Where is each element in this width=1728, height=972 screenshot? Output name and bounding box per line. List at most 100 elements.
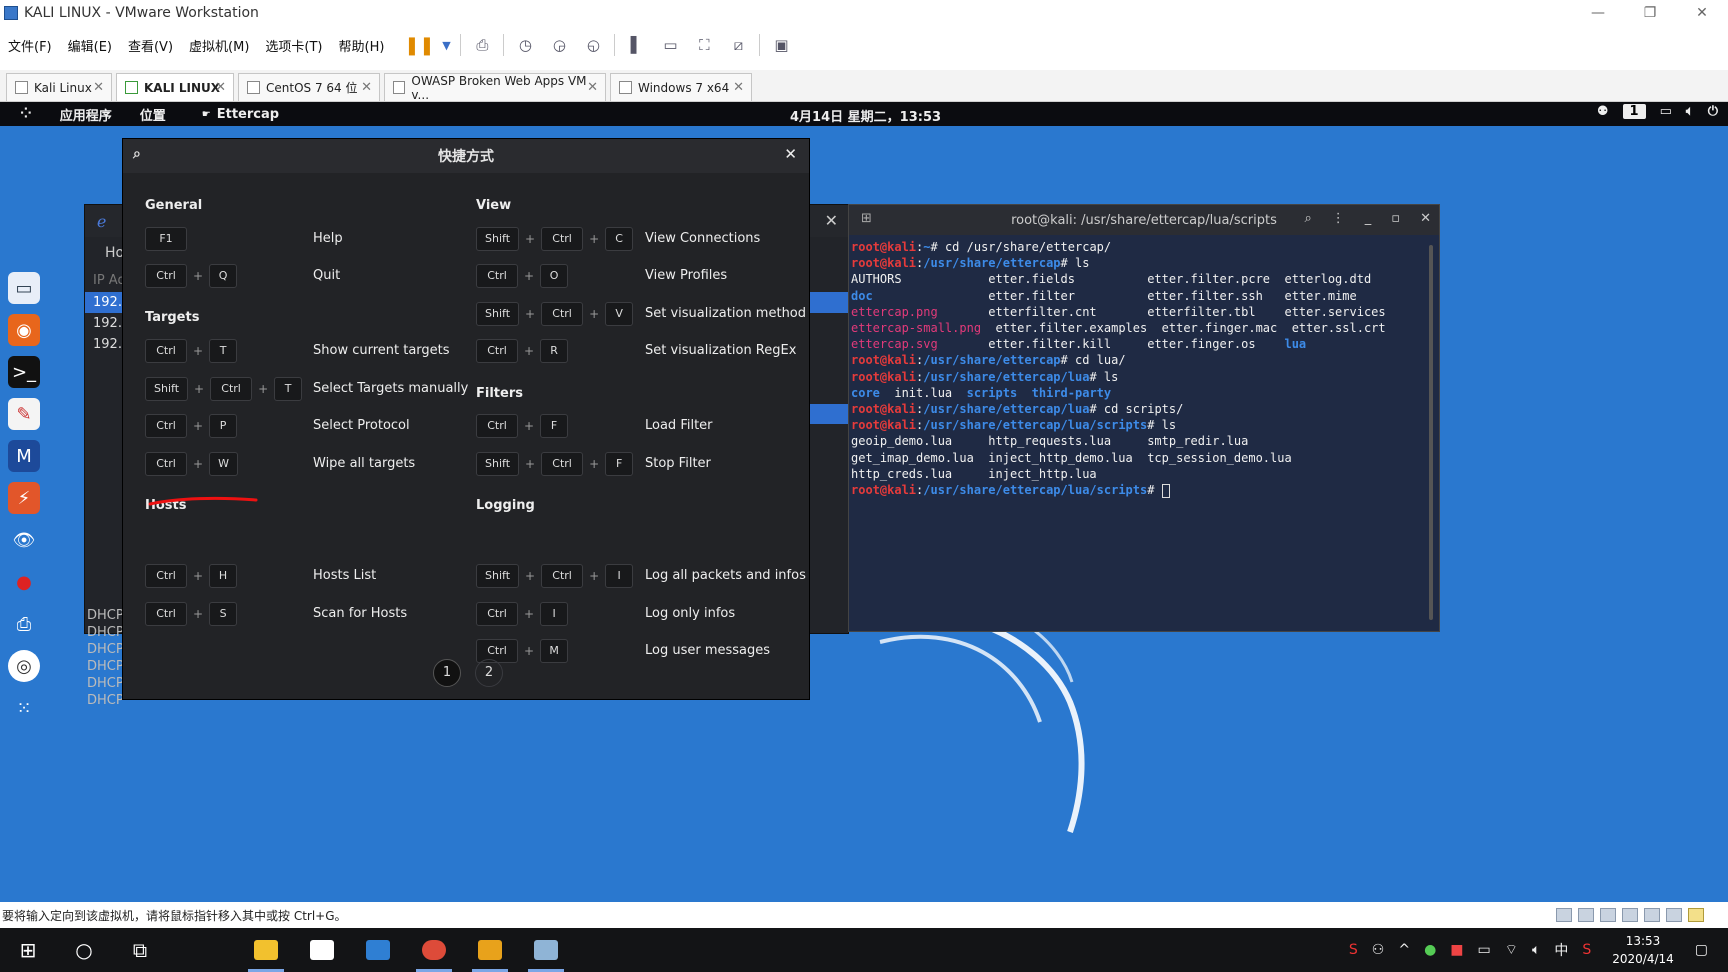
close-icon[interactable]: ✕ <box>784 145 797 163</box>
tab-label: Windows 7 x64 <box>638 80 730 95</box>
tab-close-icon[interactable]: ✕ <box>215 80 226 95</box>
minimize-icon[interactable]: — <box>1572 0 1624 26</box>
show-apps-icon[interactable]: ⁙ <box>8 692 40 724</box>
shortcut-row: Shift + Ctrl + I <box>476 563 634 589</box>
power-icon[interactable]: ⏻ <box>1708 104 1718 119</box>
tab-label: CentOS 7 64 位 <box>266 81 358 95</box>
console-view-icon[interactable]: ▭ <box>656 32 684 58</box>
panel-status-area: ⚉ 1 ▭ 🔈︎ ⏻ <box>1583 104 1718 119</box>
workspace-indicator[interactable]: 1 <box>1622 104 1646 119</box>
cortana-search-icon[interactable]: ○ <box>56 928 112 972</box>
cd-icon[interactable] <box>1578 908 1594 922</box>
tab-centos[interactable]: CentOS 7 64 位 ✕ <box>238 73 380 101</box>
menu-tabs[interactable]: 选项卡(T) <box>257 36 330 55</box>
terminal-output[interactable]: root@kali:~# cd /usr/share/ettercap/ roo… <box>849 235 1439 502</box>
usb-icon[interactable] <box>1644 908 1660 922</box>
snapshot-manager-icon[interactable]: ◵ <box>579 32 607 58</box>
sound-icon[interactable] <box>1666 908 1682 922</box>
ettercap-app-icon: ☛ <box>201 108 211 120</box>
snapshot-icon[interactable]: ◷ <box>511 32 539 58</box>
menu-edit[interactable]: 编辑(E) <box>60 36 120 55</box>
file-manager-icon[interactable]: ▭ <box>8 272 40 304</box>
tab-kali-linux-active[interactable]: KALI LINUX ✕ <box>116 73 234 101</box>
security-icon[interactable]: ● <box>1424 942 1436 958</box>
metasploit-icon[interactable]: M <box>8 440 40 472</box>
printer-tool-icon[interactable]: ⎙ <box>8 608 40 640</box>
mail-icon[interactable] <box>350 928 406 972</box>
menu-file[interactable]: 文件(F) <box>0 36 60 55</box>
battery-icon[interactable]: ▭ <box>1478 942 1491 958</box>
tab-close-icon[interactable]: ✕ <box>733 80 744 95</box>
speaker-icon[interactable]: 🔈︎ <box>1532 942 1540 958</box>
minimize-icon[interactable]: _ <box>1365 211 1372 226</box>
panel-clock[interactable]: 4月14日 星期二，13:53 <box>790 106 941 125</box>
store-icon[interactable] <box>294 928 350 972</box>
file-explorer-icon[interactable] <box>238 928 294 972</box>
notes-app-icon[interactable] <box>518 928 574 972</box>
maximize-icon[interactable]: ▫ <box>1391 211 1400 226</box>
system-clock[interactable]: 13:53 2020/4/14 <box>1612 932 1674 968</box>
search-icon[interactable]: ⌕ <box>1305 211 1312 226</box>
restore-icon[interactable]: ❐ <box>1624 0 1676 26</box>
hdd-icon[interactable] <box>1556 908 1572 922</box>
people-icon[interactable]: ⚇ <box>1372 942 1385 958</box>
view-mode-icon[interactable]: ▣ <box>767 32 795 58</box>
pause-icon[interactable]: ❚❚ <box>404 32 434 58</box>
chevron-up-icon[interactable]: ^ <box>1398 942 1410 958</box>
places-menu[interactable]: 位置 <box>140 105 166 124</box>
vmware-icon[interactable] <box>462 928 518 972</box>
send-ctrl-alt-del-icon[interactable]: ⎙ <box>468 32 496 58</box>
toolbar-divider <box>759 34 761 56</box>
apps-grid-icon[interactable]: ⁘ <box>20 106 32 122</box>
printer-icon[interactable] <box>1622 908 1638 922</box>
dropdown-arrow-icon[interactable]: ▼ <box>439 32 453 58</box>
ime-indicator[interactable]: 中 <box>1554 940 1568 960</box>
cherrytree-icon[interactable]: ● <box>8 566 40 598</box>
firefox-icon[interactable]: ◉ <box>8 314 40 346</box>
kebab-menu-icon[interactable]: ⋮ <box>1332 211 1345 226</box>
new-tab-icon[interactable]: ⊞ <box>861 211 872 226</box>
revert-snapshot-icon[interactable]: ◶ <box>545 32 573 58</box>
sogou-input-icon[interactable]: S <box>1582 942 1591 958</box>
sogou-icon[interactable]: S <box>1349 942 1358 958</box>
tab-close-icon[interactable]: ✕ <box>587 80 598 95</box>
volume-icon[interactable]: 🔈︎ <box>1686 104 1694 119</box>
recorder-icon[interactable]: ◎ <box>8 650 40 682</box>
network-icon[interactable] <box>1600 908 1616 922</box>
display-icon[interactable]: ▭ <box>1660 104 1672 119</box>
tab-kali-linux[interactable]: Kali Linux ✕ <box>6 73 112 101</box>
burpsuite-icon[interactable]: ⚡ <box>8 482 40 514</box>
windows-start-icon[interactable]: ⊞ <box>0 928 56 972</box>
chrome-icon[interactable] <box>406 928 462 972</box>
page-1-button[interactable]: 1 <box>433 659 461 687</box>
page-2-button[interactable]: 2 <box>475 659 503 687</box>
menu-help[interactable]: 帮助(H) <box>331 36 393 55</box>
unity-icon[interactable]: ⧄ <box>724 32 752 58</box>
shortcut-description: Set visualization method <box>645 306 807 321</box>
applications-menu[interactable]: 应用程序 <box>60 105 112 124</box>
active-app-menu[interactable]: Ettercap <box>217 107 279 122</box>
search-icon[interactable]: ⌕ <box>133 146 141 162</box>
close-icon[interactable]: ✕ <box>1676 0 1728 26</box>
tab-close-icon[interactable]: ✕ <box>93 80 104 95</box>
library-view-icon[interactable]: ▌ <box>622 32 650 58</box>
message-icon[interactable] <box>1688 908 1704 922</box>
close-icon[interactable]: ✕ <box>1420 211 1431 226</box>
wifi-icon[interactable]: ⌔ <box>1505 941 1518 959</box>
shortcut-description: Log all packets and infos <box>645 568 806 583</box>
task-view-icon[interactable]: ⧉ <box>112 928 168 972</box>
tab-windows7[interactable]: Windows 7 x64 ✕ <box>610 73 752 101</box>
scrollbar[interactable] <box>1429 245 1433 620</box>
fullscreen-icon[interactable]: ⛶ <box>690 32 718 58</box>
menu-view[interactable]: 查看(V) <box>120 36 181 55</box>
notification-icon[interactable]: ▢ <box>1695 942 1708 958</box>
menu-vm[interactable]: 虚拟机(M) <box>181 36 257 55</box>
tab-close-icon[interactable]: ✕ <box>361 80 372 95</box>
screen-record-icon[interactable]: ⚉ <box>1597 104 1609 119</box>
tab-owasp[interactable]: OWASP Broken Web Apps VM v... ✕ <box>384 73 606 102</box>
eye-icon[interactable]: 👁︎ <box>8 524 40 556</box>
document-icon[interactable]: ✎ <box>8 398 40 430</box>
terminal-icon[interactable]: >_ <box>8 356 40 388</box>
antivirus-icon[interactable]: ■ <box>1450 942 1463 958</box>
close-icon[interactable]: ✕ <box>825 211 838 230</box>
